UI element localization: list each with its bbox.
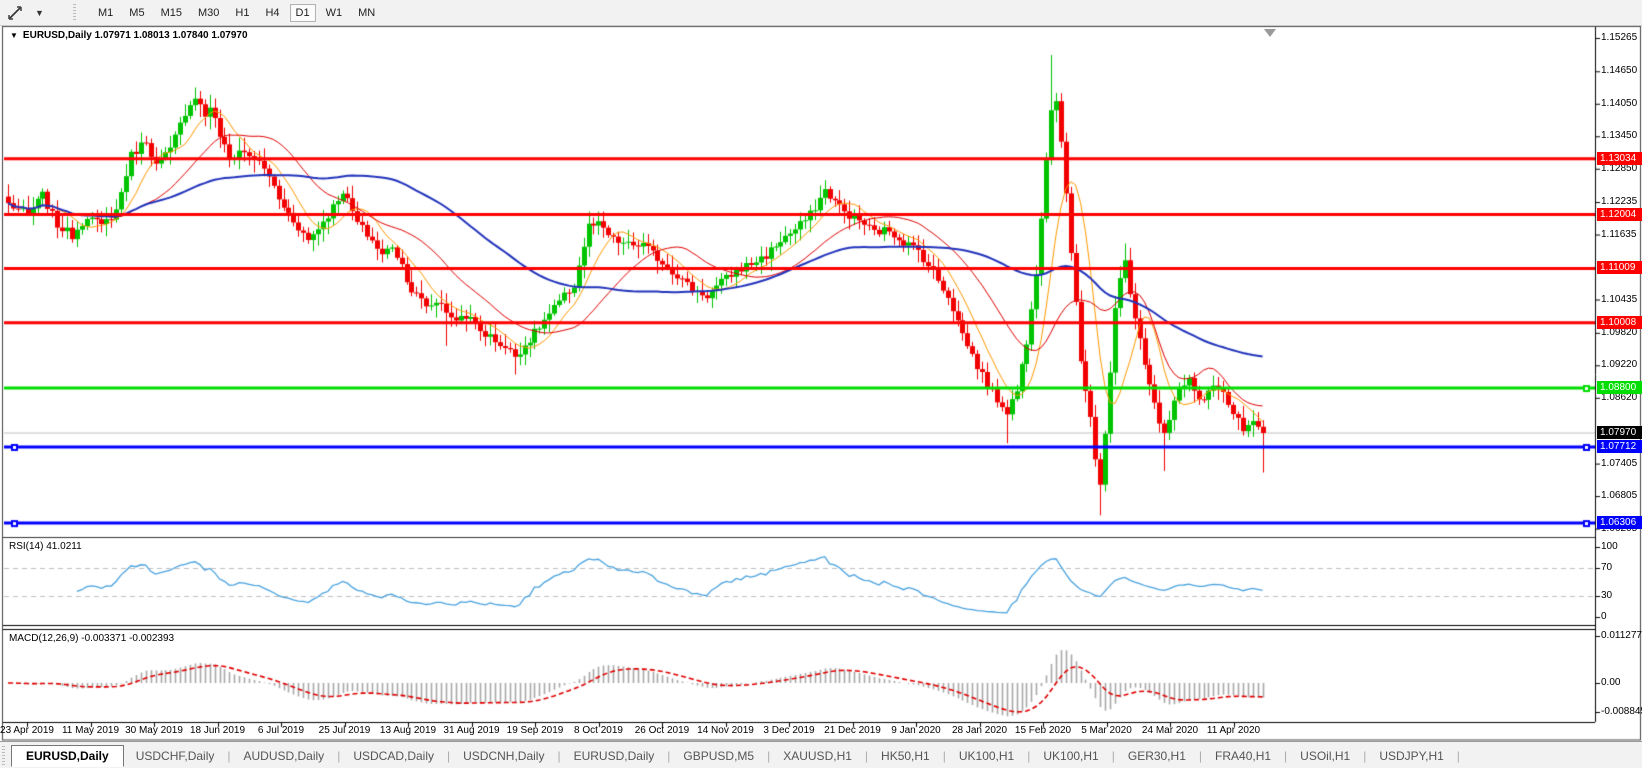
price-axis-tick: 1.11635 [1601, 229, 1636, 240]
chart-tab-xauusd-h1[interactable]: XAUUSD,H1 [771, 746, 864, 766]
chart-tab-usdcad-daily[interactable]: USDCAD,Daily [341, 746, 446, 766]
price-level-badge-support-line: 1.07712 [1597, 440, 1642, 453]
rsi-axis-tick: 0 [1601, 611, 1607, 622]
chart-tab-fra40-h1[interactable]: FRA40,H1 [1203, 746, 1283, 766]
timeframe-button-m1[interactable]: M1 [92, 4, 119, 22]
price-level-badge-resistance-line: 1.12004 [1597, 208, 1642, 221]
price-chart-canvas[interactable] [0, 0, 1642, 768]
timeframe-button-m5[interactable]: M5 [123, 4, 150, 22]
chart-tab-usdchf-daily[interactable]: USDCHF,Daily [124, 746, 227, 766]
collapse-triangle-icon[interactable]: ▼ [10, 31, 18, 40]
timeframe-buttons: M1M5 M15M30H1H4 D1W1MN [90, 4, 383, 22]
price-level-badge-support-line: 1.08800 [1597, 381, 1642, 394]
chart-tab-ger30-h1[interactable]: GER30,H1 [1116, 746, 1198, 766]
chart-tab-usoil-h1[interactable]: USOil,H1 [1288, 746, 1362, 766]
rsi-indicator-label: RSI(14) 41.0211 [9, 541, 82, 552]
chart-tab-usdjpy-h1[interactable]: USDJPY,H1 [1367, 746, 1455, 766]
chart-shift-arrow-icon[interactable] [1264, 29, 1276, 37]
timeframe-button-m30[interactable]: M30 [192, 4, 225, 22]
price-axis-tick: 1.13450 [1601, 130, 1637, 141]
price-axis-tick: 1.09220 [1601, 359, 1637, 370]
chart-tab-usdcnh-daily[interactable]: USDCNH,Daily [451, 746, 556, 766]
macd-axis-tick: -0.008845 [1601, 706, 1642, 717]
timeframe-button-d1[interactable]: D1 [290, 4, 316, 22]
timeframe-button-h1[interactable]: H1 [229, 4, 255, 22]
rsi-axis-tick: 70 [1601, 562, 1612, 573]
price-level-badge-resistance-line: 1.11009 [1597, 261, 1642, 274]
timeframe-button-mn[interactable]: MN [352, 4, 381, 22]
tabbar-grip [2, 746, 5, 766]
price-axis-tick: 1.14050 [1601, 98, 1637, 109]
chart-tab-uk100-h1[interactable]: UK100,H1 [947, 746, 1026, 766]
chart-tab-gbpusd-m5[interactable]: GBPUSD,M5 [671, 746, 766, 766]
chart-tab-audusd-daily[interactable]: AUDUSD,Daily [232, 746, 337, 766]
chart-tab-hk50-h1[interactable]: HK50,H1 [869, 746, 942, 766]
timeframe-button-m15[interactable]: M15 [155, 4, 188, 22]
chevron-down-icon[interactable]: ▼ [35, 8, 49, 18]
price-axis-tick: 1.07405 [1601, 458, 1637, 469]
price-axis-tick: 1.14650 [1601, 65, 1637, 76]
macd-axis-tick: 0.011277 [1601, 630, 1642, 641]
rsi-axis-tick: 100 [1601, 541, 1618, 552]
time-axis-label: 11 Apr 2020 [1194, 725, 1274, 736]
chart-tab-bar: EURUSD,DailyUSDCHF,Daily|AUDUSD,Daily|US… [0, 741, 1642, 768]
chart-tab-eurusd-daily[interactable]: EURUSD,Daily [562, 746, 667, 766]
price-level-badge-current-price: 1.07970 [1597, 426, 1642, 439]
chart-tab-uk100-h1[interactable]: UK100,H1 [1031, 746, 1110, 766]
timeframe-toolbar: ▼ M1M5 M15M30H1H4 D1W1MN [0, 0, 1642, 26]
price-axis-tick: 1.06805 [1601, 490, 1637, 501]
chart-tab-eurusd-daily[interactable]: EURUSD,Daily [11, 745, 124, 767]
price-axis-tick: 1.10435 [1601, 294, 1637, 305]
timeframe-button-h4[interactable]: H4 [259, 4, 285, 22]
mt4-window: ▼ M1M5 M15M30H1H4 D1W1MN ▼ EURUSD,Daily 1.0… [0, 0, 1642, 768]
price-axis-tick: 1.12235 [1601, 196, 1637, 207]
chart-title: ▼ EURUSD,Daily 1.07971 1.08013 1.07840 1.… [10, 30, 248, 41]
macd-indicator-label: MACD(12,26,9) -0.003371 -0.002393 [9, 633, 174, 644]
price-level-badge-resistance-line: 1.13034 [1597, 152, 1642, 165]
rsi-axis-tick: 30 [1601, 590, 1612, 601]
price-axis-tick: 1.15265 [1601, 32, 1637, 43]
chart-title-text: EURUSD,Daily 1.07971 1.08013 1.07840 1.0… [23, 30, 248, 41]
price-level-badge-resistance-line: 1.10008 [1597, 316, 1642, 329]
toolbar-grip [73, 4, 76, 22]
macd-axis-tick: 0.00 [1601, 677, 1620, 688]
timeframe-button-w1[interactable]: W1 [320, 4, 349, 22]
price-level-badge-support-line: 1.06306 [1597, 516, 1642, 529]
cursor-tool-icon[interactable] [3, 3, 27, 23]
tab-separator: | [1456, 749, 1461, 763]
